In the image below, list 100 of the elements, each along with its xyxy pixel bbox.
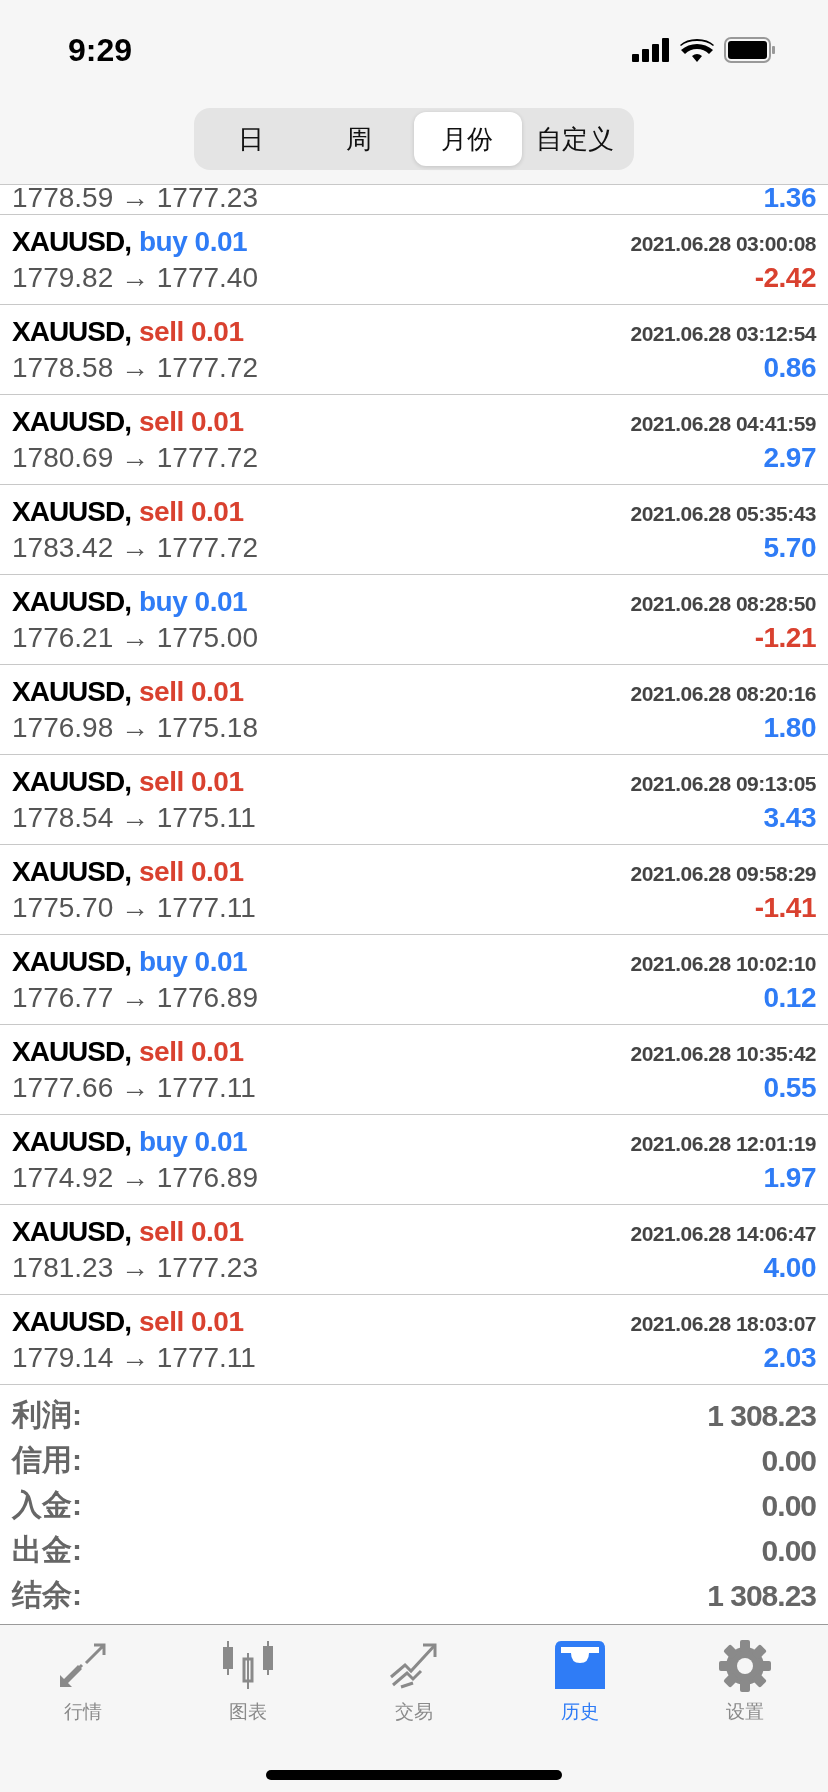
deal-symbol: XAUUSD,: [12, 405, 131, 438]
profit-value: 4.00: [763, 1251, 816, 1284]
price-range: 1774.92 → 1776.89: [12, 1161, 258, 1194]
price-range: 1778.59 → 1777.23: [12, 185, 258, 214]
summary-label: 利润:: [12, 1397, 82, 1433]
deal-symbol: XAUUSD,: [12, 1215, 131, 1248]
price-range: 1779.82 → 1777.40: [12, 261, 258, 294]
deal-row[interactable]: XAUUSD, sell 0.01 2021.06.28 09:58:29 1775.70 → 1777.11 -1.41: [0, 845, 828, 935]
deal-row[interactable]: XAUUSD, buy 0.01 2021.06.28 08:28:50 1776.21 → 1775.00 -1.21: [0, 575, 828, 665]
order-type: sell 0.01: [139, 1215, 244, 1248]
deal-time: 2021.06.28 03:12:54: [630, 321, 816, 346]
price-range: 1777.66 → 1777.11: [12, 1071, 256, 1104]
deal-row[interactable]: XAUUSD, sell 0.01 2021.06.28 18:03:07 1779.14 → 1777.11 2.03: [0, 1295, 828, 1385]
profit-value: -1.21: [754, 621, 816, 654]
period-segment[interactable]: 月份: [414, 112, 522, 166]
deal-time: 2021.06.28 08:20:16: [630, 681, 816, 706]
order-type: buy 0.01: [139, 225, 248, 258]
period-segment[interactable]: 周: [306, 112, 414, 166]
order-type: sell 0.01: [139, 855, 244, 888]
price-range: 1780.69 → 1777.72: [12, 441, 258, 474]
deal-time: 2021.06.28 03:00:08: [630, 231, 816, 256]
deal-row[interactable]: XAUUSD, sell 0.01 2021.06.28 03:12:54 1778.58 → 1777.72 0.86: [0, 305, 828, 395]
price-range: 1779.14 → 1777.11: [12, 1341, 256, 1374]
order-type: sell 0.01: [139, 675, 244, 708]
deal-row[interactable]: XAUUSD, sell 0.01 2021.06.28 05:35:43 1783.42 → 1777.72 5.70: [0, 485, 828, 575]
deal-symbol: XAUUSD,: [12, 1035, 131, 1068]
order-type: sell 0.01: [139, 765, 244, 798]
price-range: 1776.77 → 1776.89: [12, 981, 258, 1014]
deal-symbol: XAUUSD,: [12, 765, 131, 798]
summary-value: 0.00: [761, 1533, 816, 1568]
tab-bar-item[interactable]: 历史: [496, 1639, 663, 1725]
order-type: sell 0.01: [139, 315, 244, 348]
wifi-icon: [680, 38, 714, 62]
settings-icon: [718, 1639, 773, 1693]
deal-symbol: XAUUSD,: [12, 225, 131, 258]
profit-value: 2.97: [763, 441, 816, 474]
deal-row[interactable]: XAUUSD, sell 0.01 2021.06.28 09:13:05 1778.54 → 1775.11 3.43: [0, 755, 828, 845]
deal-row[interactable]: XAUUSD, buy 0.01 2021.06.28 03:00:08 1779.82 → 1777.40 -2.42: [0, 215, 828, 305]
summary-label: 信用:: [12, 1442, 82, 1478]
deal-time: 2021.06.28 18:03:07: [630, 1311, 816, 1336]
deal-symbol: XAUUSD,: [12, 1305, 131, 1338]
battery-icon: [724, 37, 776, 63]
order-type: buy 0.01: [139, 945, 248, 978]
profit-value: 1.97: [763, 1161, 816, 1194]
period-segment[interactable]: 日: [198, 112, 306, 166]
profit-value: 2.03: [763, 1341, 816, 1374]
profit-value: 0.86: [763, 351, 816, 384]
deal-row[interactable]: XAUUSD, sell 0.01 2021.06.28 08:20:16 1776.98 → 1775.18 1.80: [0, 665, 828, 755]
deal-symbol: XAUUSD,: [12, 675, 131, 708]
status-time: 9:29: [68, 31, 133, 69]
deal-row[interactable]: XAUUSD, sell 0.01 2021.06.28 14:06:47 1781.23 → 1777.23 4.00: [0, 1205, 828, 1295]
summary-label: 结余:: [12, 1577, 82, 1613]
deal-symbol: XAUUSD,: [12, 585, 131, 618]
price-range: 1776.21 → 1775.00: [12, 621, 258, 654]
deal-symbol: XAUUSD,: [12, 315, 131, 348]
summary-value: 1 308.23: [707, 1578, 816, 1613]
order-type: sell 0.01: [139, 495, 244, 528]
order-type: sell 0.01: [139, 405, 244, 438]
deal-time: 2021.06.28 09:58:29: [630, 861, 816, 886]
price-range: 1776.98 → 1775.18: [12, 711, 258, 744]
profit-value: -1.41: [754, 891, 816, 924]
deal-row[interactable]: XAUUSD, buy 0.01 2021.06.28 12:01:19 1774.92 → 1776.89 1.97: [0, 1115, 828, 1205]
deal-symbol: XAUUSD,: [12, 945, 131, 978]
deal-symbol: XAUUSD,: [12, 1125, 131, 1158]
summary-label: 出金:: [12, 1532, 82, 1568]
order-type: sell 0.01: [139, 1305, 244, 1338]
price-range: 1778.58 → 1777.72: [12, 351, 258, 384]
price-range: 1783.42 → 1777.72: [12, 531, 258, 564]
deal-symbol: XAUUSD,: [12, 855, 131, 888]
deal-row[interactable]: XAUUSD, sell 0.01 2021.06.28 04:41:59 1780.69 → 1777.72 2.97: [0, 395, 828, 485]
signal-icon: [632, 38, 670, 62]
order-type: sell 0.01: [139, 1035, 244, 1068]
deal-time: 2021.06.28 09:13:05: [630, 771, 816, 796]
deal-row[interactable]: XAUUSD, sell 0.01 2021.06.28 10:35:42 1777.66 → 1777.11 0.55: [0, 1025, 828, 1115]
profit-value: 0.12: [763, 981, 816, 1014]
summary-label: 入金:: [12, 1487, 82, 1523]
deal-time: 2021.06.28 14:06:47: [630, 1221, 816, 1246]
price-range: 1781.23 → 1777.23: [12, 1251, 258, 1284]
deal-row[interactable]: XAUUSD, buy 0.01 2021.06.28 10:02:10 1776.77 → 1776.89 0.12: [0, 935, 828, 1025]
period-segment[interactable]: 自定义: [522, 112, 630, 166]
summary-value: 0.00: [761, 1443, 816, 1478]
profit-value: 5.70: [763, 531, 816, 564]
profit-value: 1.80: [763, 711, 816, 744]
summary-value: 1 308.23: [707, 1398, 816, 1433]
deal-symbol: XAUUSD,: [12, 495, 131, 528]
deal-time: 2021.06.28 08:28:50: [630, 591, 816, 616]
summary-value: 0.00: [761, 1488, 816, 1523]
deal-time: 2021.06.28 10:35:42: [630, 1041, 816, 1066]
order-type: buy 0.01: [139, 585, 248, 618]
deal-time: 2021.06.28 05:35:43: [630, 501, 816, 526]
profit-value: -2.42: [754, 261, 816, 294]
profit-value: 1.36: [763, 185, 816, 214]
profit-value: 0.55: [763, 1071, 816, 1104]
price-range: 1775.70 → 1777.11: [12, 891, 256, 924]
order-type: buy 0.01: [139, 1125, 248, 1158]
deal-time: 2021.06.28 10:02:10: [630, 951, 816, 976]
price-range: 1778.54 → 1775.11: [12, 801, 256, 834]
profit-value: 3.43: [763, 801, 816, 834]
deal-time: 2021.06.28 04:41:59: [630, 411, 816, 436]
deal-time: 2021.06.28 12:01:19: [630, 1131, 816, 1156]
